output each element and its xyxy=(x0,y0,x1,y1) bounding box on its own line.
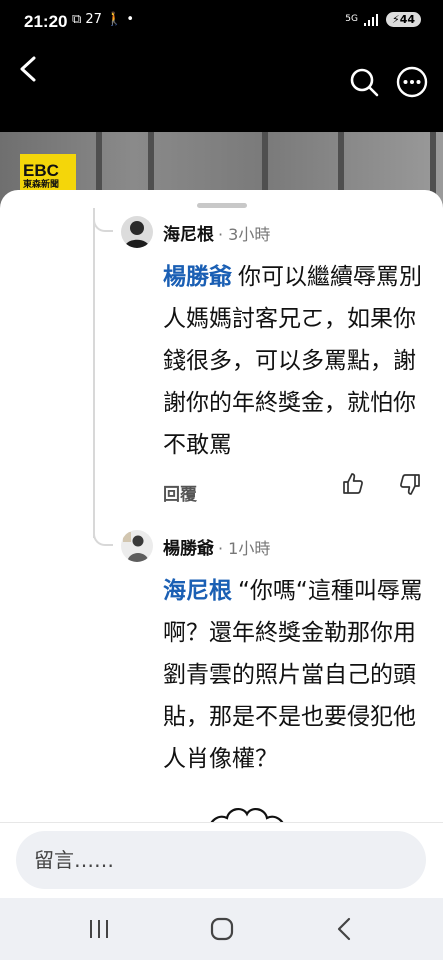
avatar-image xyxy=(121,216,153,248)
top-bar xyxy=(0,44,443,132)
signal-icon xyxy=(363,13,378,26)
comment-time: · 1小時 xyxy=(218,538,271,558)
comment-header: 楊勝爺 · 1小時 xyxy=(163,534,271,560)
comment-author[interactable]: 楊勝爺 xyxy=(163,534,214,559)
search-icon[interactable] xyxy=(348,66,380,98)
logo-text: EBC xyxy=(23,161,59,180)
chevron-left-icon[interactable] xyxy=(14,52,44,86)
comment-input[interactable] xyxy=(16,831,426,889)
thumbs-up-icon[interactable] xyxy=(341,472,365,496)
home-icon[interactable] xyxy=(207,914,237,944)
more-horizontal-icon[interactable] xyxy=(396,66,428,98)
avatar[interactable] xyxy=(121,216,153,248)
comment-text: 海尼根 “你嗎“這種叫辱罵啊？還年終獎金勒那你用劉青雲的照片當自己的頭貼，那是不是… xyxy=(163,570,425,780)
reply-button[interactable]: 回覆 xyxy=(163,480,197,505)
logo-subtitle: 東森新聞 xyxy=(23,179,60,189)
recent-apps-icon[interactable] xyxy=(84,914,114,944)
comment-content: 你可以繼續辱罵別人媽媽討客兄ㄛ，如果你錢很多，可以多罵點，謝謝你的年終獎金，就怕… xyxy=(163,264,422,458)
drag-handle[interactable] xyxy=(197,203,247,208)
status-bar: 21:20 ⧉ 27 🚶 • 5G ⚡44 xyxy=(0,0,443,44)
comment-input-bar xyxy=(0,822,443,898)
status-time: 21:20 xyxy=(24,12,68,31)
thumbs-down-icon[interactable] xyxy=(398,472,422,496)
battery-indicator: ⚡44 xyxy=(385,12,421,27)
status-notification-icons: ⧉ 27 🚶 • xyxy=(72,12,135,27)
comment-time: · 3小時 xyxy=(218,224,271,244)
system-nav-bar xyxy=(0,898,443,960)
avatar[interactable] xyxy=(121,530,153,562)
comment-content: “你嗎“這種叫辱罵啊？還年終獎金勒那你用劉青雲的照片當自己的頭貼，那是不是也要侵… xyxy=(163,578,423,772)
back-icon[interactable] xyxy=(330,914,360,944)
battery-level: 44 xyxy=(399,13,415,26)
avatar-image xyxy=(121,530,153,562)
mention-link[interactable]: 海尼根 xyxy=(163,578,232,604)
thread-connector xyxy=(93,526,113,546)
thread-line xyxy=(93,208,95,538)
status-right: 5G ⚡44 xyxy=(345,12,421,27)
mention-link[interactable]: 楊勝爺 xyxy=(163,264,232,290)
thread-connector xyxy=(93,212,113,232)
network-label: 5G xyxy=(345,14,358,24)
comment-header: 海尼根 · 3小時 xyxy=(163,220,271,246)
comment-text: 楊勝爺 你可以繼續辱罵別人媽媽討客兄ㄛ，如果你錢很多，可以多罵點，謝謝你的年終獎金… xyxy=(163,256,425,466)
comment-author[interactable]: 海尼根 xyxy=(163,220,214,245)
